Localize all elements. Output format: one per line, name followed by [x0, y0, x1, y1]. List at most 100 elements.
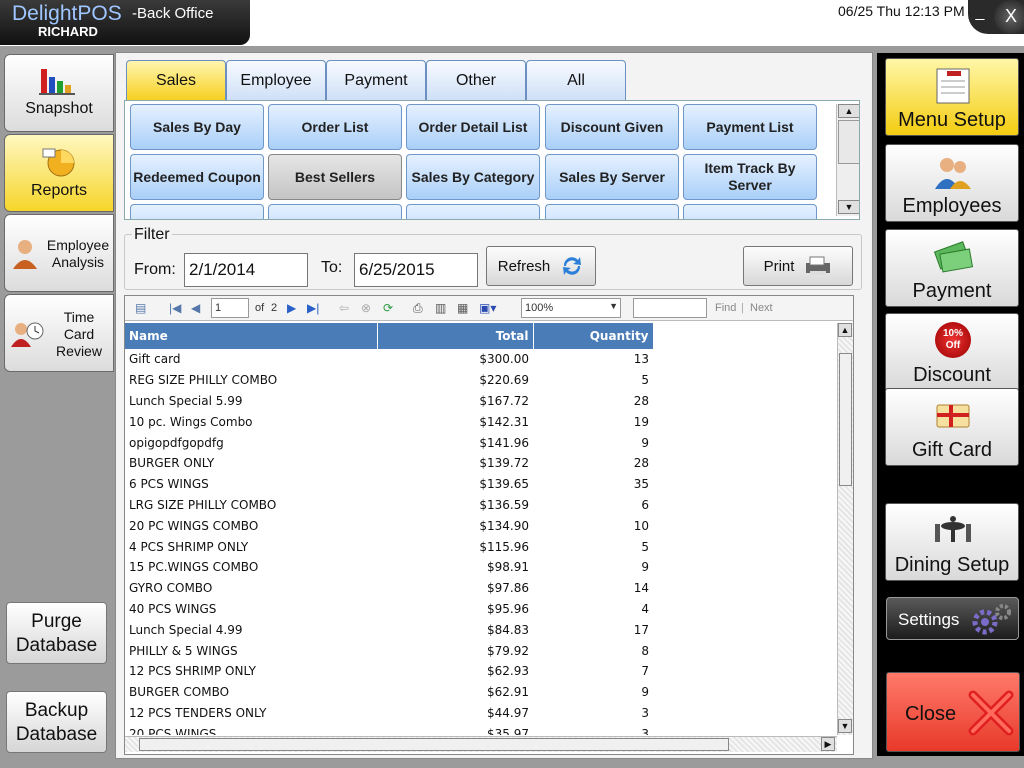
report-button-grid: Sales By Day Order List Order Detail Lis…: [124, 100, 860, 220]
page-setup-icon[interactable]: ▦: [457, 301, 468, 315]
nav-reports[interactable]: Reports: [4, 134, 114, 212]
report-discount-given[interactable]: Discount Given: [545, 104, 679, 150]
menu-setup-button[interactable]: Menu Setup: [885, 58, 1019, 136]
report-sales-by-server[interactable]: Sales By Server: [545, 154, 679, 200]
purge-database-button[interactable]: Purge Database: [6, 602, 107, 664]
nav-time-card-review[interactable]: Time Card Review: [4, 294, 114, 372]
nav-employee-analysis-label: Employee Analysis: [46, 237, 110, 270]
first-page-icon[interactable]: |◀: [169, 301, 181, 315]
item-name-cell: GYRO COMBO: [129, 581, 213, 596]
print-report-icon[interactable]: ⎙: [413, 301, 423, 316]
zoom-select[interactable]: 100% ▼: [521, 298, 621, 318]
item-total-cell: $44.97: [487, 705, 529, 720]
report-order-detail-list[interactable]: Order Detail List: [406, 104, 540, 150]
dining-setup-label: Dining Setup: [894, 554, 1010, 576]
refresh-button[interactable]: Refresh: [486, 246, 596, 286]
payment-button[interactable]: Payment: [885, 229, 1019, 307]
stop-icon[interactable]: ⊗: [361, 301, 371, 315]
table-row: REG SIZE PHILLY COMBO $220.69 5: [125, 370, 653, 391]
discount-label: Discount: [913, 364, 991, 386]
tab-other[interactable]: Other: [426, 60, 526, 100]
table-row: Lunch Special 4.99 $84.83 17: [125, 619, 653, 640]
backup-database-button[interactable]: Backup Database: [6, 691, 107, 753]
report-best-sellers[interactable]: Best Sellers: [268, 154, 402, 200]
nav-employee-analysis[interactable]: Employee Analysis: [4, 214, 114, 292]
print-button[interactable]: Print: [743, 246, 853, 286]
scroll-up-icon[interactable]: ▲: [838, 323, 852, 337]
toggle-doc-map-icon[interactable]: ▤: [135, 301, 146, 315]
nav-reports-label: Reports: [30, 182, 88, 199]
dining-setup-button[interactable]: Dining Setup: [885, 503, 1019, 581]
find-link[interactable]: Find: [715, 302, 736, 314]
menu-icon: [936, 68, 970, 104]
total-pages: 2: [271, 302, 278, 314]
scroll-down-icon[interactable]: ▼: [838, 719, 852, 733]
last-page-icon[interactable]: ▶|: [307, 301, 319, 315]
table-row: Gift card $300.00 13: [125, 349, 653, 370]
item-name-cell: 15 PC.WINGS COMBO: [129, 560, 259, 575]
from-date-input[interactable]: 2/1/2014: [184, 253, 308, 287]
report-sales-by-category[interactable]: Sales By Category: [406, 154, 540, 200]
scroll-up-icon[interactable]: ▲: [838, 104, 859, 118]
scroll-down-icon[interactable]: ▼: [838, 200, 859, 214]
employee-icon: [13, 240, 37, 269]
brand-name: DelightPOS: [12, 2, 122, 25]
window-close-button[interactable]: X: [994, 0, 1024, 34]
next-page-icon[interactable]: ▶: [287, 301, 296, 315]
filter-label: Filter: [132, 226, 172, 244]
to-date-input[interactable]: 6/25/2015: [354, 253, 478, 287]
report-server-track[interactable]: Server Track By: [130, 204, 264, 219]
minimize-button[interactable]: _: [972, 4, 988, 22]
table-row: 15 PC.WINGS COMBO $98.91 9: [125, 557, 653, 578]
item-name-cell: 6 PCS WINGS: [129, 477, 209, 492]
item-total-cell: $142.31: [479, 414, 529, 429]
find-input[interactable]: [633, 298, 707, 318]
report-cash-drawer[interactable]: Cash Drawer: [268, 204, 402, 219]
report-order-list[interactable]: Order List: [268, 104, 402, 150]
report-payment-list[interactable]: Payment List: [683, 104, 817, 150]
horizontal-scroll-thumb[interactable]: [139, 738, 729, 751]
discount-button[interactable]: 10% Off Discount: [885, 313, 1019, 391]
print-label: Print: [763, 257, 795, 275]
report-sales-by-day[interactable]: Sales By Day: [130, 104, 264, 150]
refresh-report-icon[interactable]: ⟳: [383, 301, 393, 315]
tab-payment[interactable]: Payment: [326, 60, 426, 100]
nav-snapshot[interactable]: Snapshot: [4, 54, 114, 132]
employees-button[interactable]: Employees: [885, 144, 1019, 222]
item-quantity-cell: 3: [641, 705, 649, 720]
item-total-cell: $35.97: [487, 726, 529, 735]
report-item-track-by-server[interactable]: Item Track By Server: [683, 154, 817, 200]
previous-page-icon[interactable]: ◀: [191, 301, 200, 315]
zoom-value: 100%: [525, 302, 554, 314]
tab-all[interactable]: All: [526, 60, 626, 100]
report-cash-drawer-2[interactable]: Cash Drawer: [545, 204, 679, 219]
report-vertical-scrollbar[interactable]: ▲ ▼: [837, 323, 853, 735]
clock: 06/25 Thu 12:13 PM: [838, 3, 965, 19]
payment-label: Payment: [912, 280, 992, 302]
export-icon[interactable]: ▣▾: [479, 301, 496, 315]
gift-card-icon: [936, 404, 970, 428]
item-total-cell: $95.96: [487, 601, 529, 616]
report-grid-scroll-thumb[interactable]: [838, 120, 859, 164]
report-blank[interactable]: [683, 204, 817, 219]
page-number-input[interactable]: 1: [211, 298, 249, 318]
scroll-right-icon[interactable]: ▶: [821, 737, 835, 751]
table-row: 10 pc. Wings Combo $142.31 19: [125, 411, 653, 432]
report-redeemed-coupon[interactable]: Redeemed Coupon: [130, 154, 264, 200]
find-next-link[interactable]: Next: [750, 302, 773, 314]
close-button[interactable]: Close: [886, 672, 1020, 752]
item-total-cell: $136.59: [479, 497, 529, 512]
item-name-cell: Lunch Special 5.99: [129, 393, 243, 408]
tab-sales[interactable]: Sales: [126, 60, 226, 100]
table-row: BURGER ONLY $139.72 28: [125, 453, 653, 474]
report-grid-scrollbar[interactable]: ▲ ▼: [836, 104, 859, 216]
gift-card-button[interactable]: Gift Card: [885, 388, 1019, 466]
settings-button[interactable]: Settings: [886, 597, 1019, 640]
item-total-cell: $62.91: [487, 685, 529, 700]
report-horizontal-scrollbar[interactable]: ▶: [125, 736, 837, 752]
report-sales-tax[interactable]: Sales - Tax: [406, 204, 540, 219]
vertical-scroll-thumb[interactable]: [839, 353, 852, 486]
tab-employee[interactable]: Employee: [226, 60, 326, 100]
back-icon[interactable]: ⇦: [339, 301, 349, 315]
print-layout-icon[interactable]: ▥: [435, 301, 446, 315]
